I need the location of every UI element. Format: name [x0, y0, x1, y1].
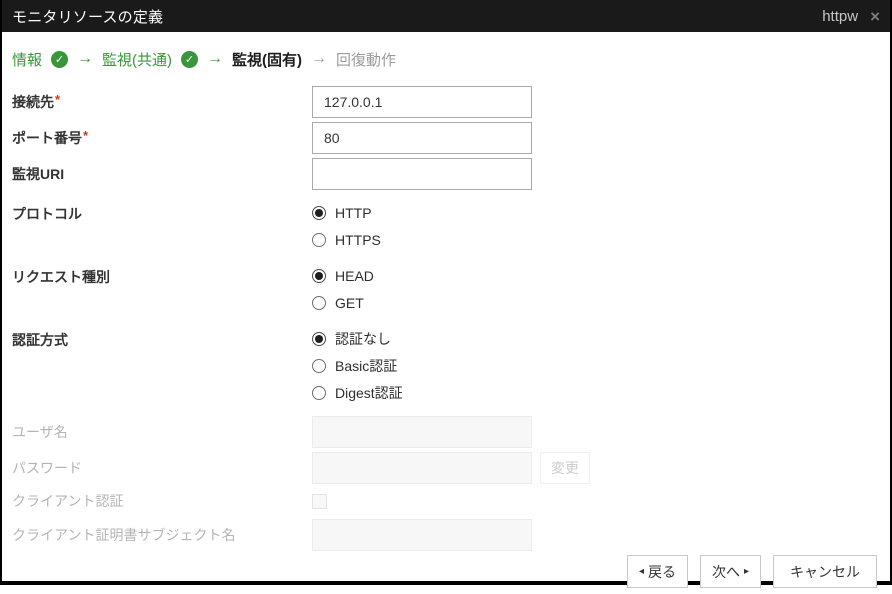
auth-option-none[interactable]: 認証なし	[312, 325, 403, 352]
next-button-label: 次へ	[712, 562, 740, 582]
port-input[interactable]	[312, 122, 532, 154]
back-triangle-icon: ◂	[639, 567, 644, 577]
uri-input[interactable]	[312, 158, 532, 190]
auth-method-options: 認証なし Basic認証 Digest認証	[312, 325, 403, 406]
protocol-label: プロトコル	[12, 199, 312, 253]
field-row-connection: 接続先*	[12, 86, 880, 118]
field-row-protocol: プロトコル HTTP HTTPS	[12, 199, 880, 253]
dialog-titlebar: モニタリソースの定義 httpw ×	[2, 0, 890, 32]
username-input	[312, 416, 532, 448]
uri-label: 監視URI	[12, 158, 312, 190]
field-row-uri: 監視URI	[12, 158, 880, 190]
request-type-get-radio[interactable]	[312, 296, 326, 310]
client-auth-label: クライアント認証	[12, 488, 312, 514]
step-arrow-icon: →	[311, 50, 327, 68]
request-type-option-get[interactable]: GET	[312, 289, 374, 316]
client-cert-subject-input	[312, 519, 532, 551]
field-row-username: ユーザ名	[12, 416, 880, 448]
request-type-options: HEAD GET	[312, 262, 374, 316]
request-type-get-label: GET	[335, 295, 364, 311]
password-label: パスワード	[12, 452, 312, 484]
back-button-label: 戻る	[648, 562, 676, 582]
step-recovery-action: 回復動作	[336, 49, 396, 70]
request-type-option-head[interactable]: HEAD	[312, 262, 374, 289]
field-row-client-auth: クライアント認証	[12, 488, 880, 514]
required-marker: *	[55, 92, 60, 107]
connection-label: 接続先*	[12, 86, 312, 118]
auth-basic-label: Basic認証	[335, 356, 397, 376]
monitor-resource-definition-dialog: モニタリソースの定義 httpw × 情報 ✓ → 監視(共通) ✓ → 監視(…	[0, 0, 892, 585]
protocol-option-https[interactable]: HTTPS	[312, 226, 381, 253]
connection-input[interactable]	[312, 86, 532, 118]
password-input	[312, 452, 532, 484]
protocol-https-label: HTTPS	[335, 232, 381, 248]
required-marker: *	[83, 128, 88, 143]
field-row-client-cert-subject: クライアント証明書サブジェクト名	[12, 519, 880, 551]
auth-digest-radio[interactable]	[312, 386, 326, 400]
monitor-specific-form: 接続先* ポート番号* 監視URI プロトコル HTTP	[2, 86, 890, 555]
username-label: ユーザ名	[12, 416, 312, 448]
next-triangle-icon: ▸	[744, 567, 749, 577]
client-cert-subject-label: クライアント証明書サブジェクト名	[12, 519, 312, 551]
dialog-footer: ◂ 戻る 次へ ▸ キャンセル	[2, 555, 890, 594]
request-type-head-label: HEAD	[335, 268, 374, 284]
auth-digest-label: Digest認証	[335, 383, 403, 403]
step-arrow-icon: →	[77, 50, 93, 68]
back-button[interactable]: ◂ 戻る	[627, 555, 688, 588]
field-row-request-type: リクエスト種別 HEAD GET	[12, 262, 880, 316]
client-auth-checkbox	[312, 494, 327, 509]
auth-basic-radio[interactable]	[312, 359, 326, 373]
cancel-button-label: キャンセル	[790, 562, 860, 582]
wizard-steps: 情報 ✓ → 監視(共通) ✓ → 監視(固有) → 回復動作	[2, 32, 890, 86]
field-row-password: パスワード 変更	[12, 452, 880, 484]
protocol-options: HTTP HTTPS	[312, 199, 381, 253]
close-icon[interactable]: ×	[870, 8, 880, 25]
request-type-label: リクエスト種別	[12, 262, 312, 316]
protocol-http-label: HTTP	[335, 205, 372, 221]
dialog-title: モニタリソースの定義	[12, 6, 163, 27]
auth-option-basic[interactable]: Basic認証	[312, 352, 403, 379]
auth-none-label: 認証なし	[335, 329, 391, 349]
change-password-button: 変更	[540, 452, 590, 484]
auth-option-digest[interactable]: Digest認証	[312, 379, 403, 406]
step-info[interactable]: 情報	[12, 49, 42, 70]
step-monitor-specific: 監視(固有)	[232, 49, 302, 70]
auth-method-label: 認証方式	[12, 325, 312, 406]
protocol-https-radio[interactable]	[312, 233, 326, 247]
resource-name-badge: httpw	[822, 8, 858, 25]
step-monitor-common-check-icon: ✓	[181, 51, 198, 68]
step-monitor-common[interactable]: 監視(共通)	[102, 49, 172, 70]
titlebar-right: httpw ×	[822, 8, 880, 25]
field-row-port: ポート番号*	[12, 122, 880, 154]
request-type-head-radio[interactable]	[312, 269, 326, 283]
protocol-option-http[interactable]: HTTP	[312, 199, 381, 226]
field-row-auth-method: 認証方式 認証なし Basic認証 Digest認証	[12, 325, 880, 406]
protocol-http-radio[interactable]	[312, 206, 326, 220]
next-button[interactable]: 次へ ▸	[700, 555, 761, 588]
cancel-button[interactable]: キャンセル	[773, 555, 877, 588]
port-label: ポート番号*	[12, 122, 312, 154]
step-info-check-icon: ✓	[51, 51, 68, 68]
step-arrow-icon: →	[207, 50, 223, 68]
auth-none-radio[interactable]	[312, 332, 326, 346]
